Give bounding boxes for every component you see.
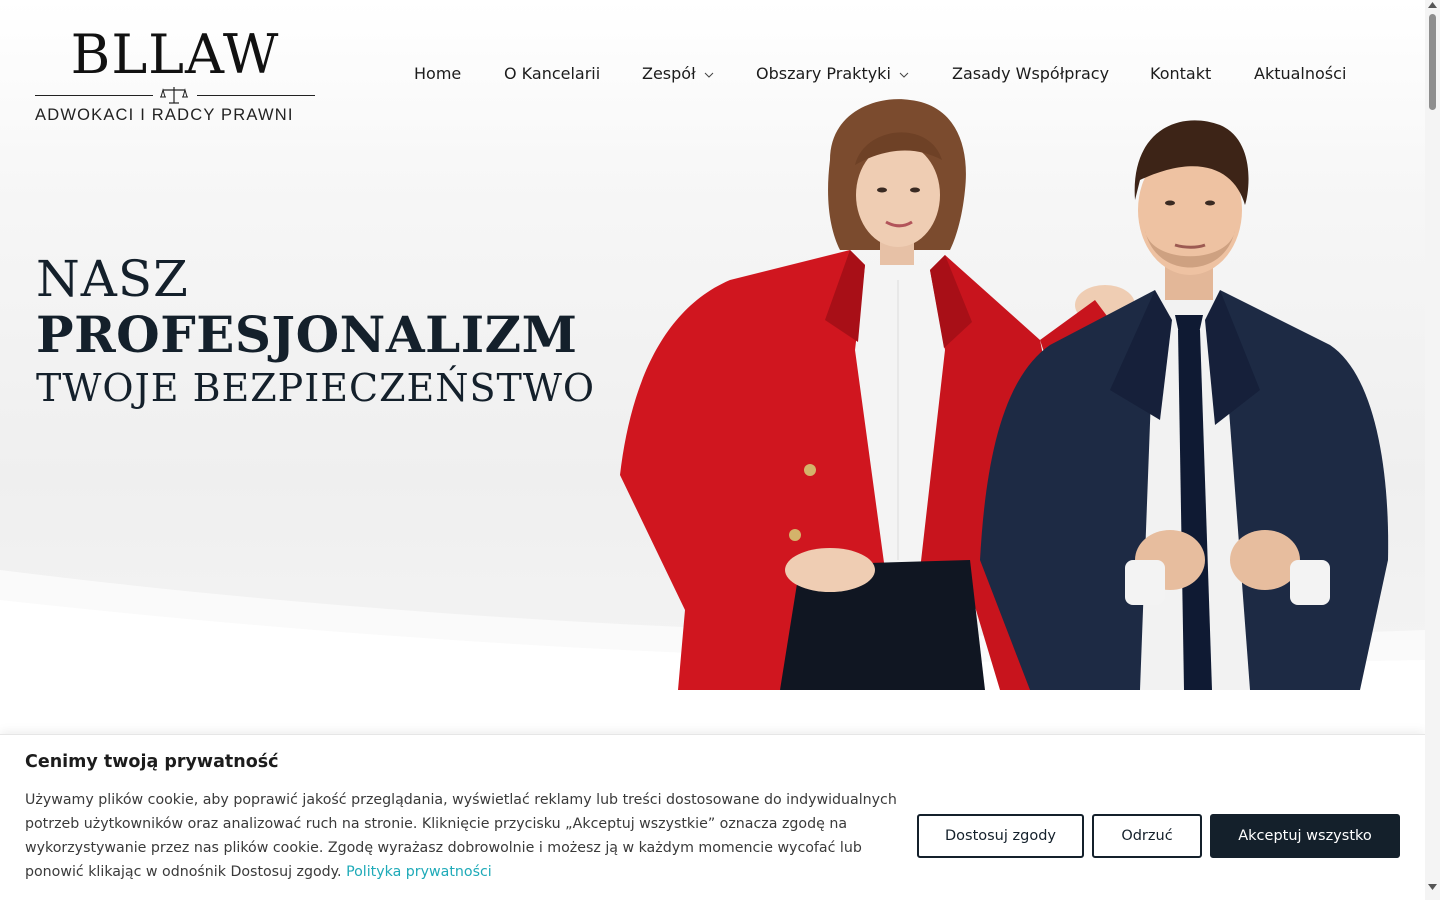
- hero-line-1: NASZ: [36, 250, 189, 308]
- man-figure: [980, 120, 1389, 690]
- hero-team-photo: [620, 99, 1389, 690]
- cookie-title: Cenimy twoją prywatność: [25, 752, 279, 772]
- accept-all-button[interactable]: Akceptuj wszystko: [1210, 814, 1400, 858]
- nav-zasady-wspolpracy[interactable]: Zasady Współpracy: [952, 62, 1150, 86]
- reject-button[interactable]: Odrzuć: [1092, 814, 1202, 858]
- scales-of-justice-icon: [160, 87, 188, 104]
- scrollbar-thumb[interactable]: [1429, 14, 1436, 110]
- page: BLLAW ADWOKACI I RADCY PRAWNI Home O Kan…: [0, 0, 1425, 900]
- nav-zespol[interactable]: Zespół: [642, 62, 756, 86]
- cookie-consent-banner: Cenimy twoją prywatność Używamy plików c…: [0, 734, 1425, 900]
- chevron-down-icon: [899, 72, 909, 78]
- site-logo[interactable]: BLLAW ADWOKACI I RADCY PRAWNI: [35, 26, 315, 125]
- hero-line-3: TWOJE BEZPIECZEŃSTWO: [36, 366, 596, 410]
- hero-line-2: PROFESJONALIZM: [36, 305, 578, 364]
- logo-tagline: ADWOKACI I RADCY PRAWNI: [35, 106, 294, 124]
- customize-consent-button[interactable]: Dostosuj zgody: [917, 814, 1084, 858]
- privacy-policy-link[interactable]: Polityka prywatności: [346, 864, 492, 880]
- nav-obszary-praktyki[interactable]: Obszary Praktyki: [756, 62, 952, 86]
- logo-wordmark: BLLAW: [70, 23, 280, 86]
- scroll-up-arrow-icon[interactable]: [1428, 2, 1437, 8]
- nav-kontakt[interactable]: Kontakt: [1150, 62, 1254, 86]
- nav-aktualnosci[interactable]: Aktualności: [1254, 62, 1364, 86]
- vertical-scrollbar[interactable]: [1425, 0, 1440, 900]
- nav-o-kancelarii[interactable]: O Kancelarii: [504, 62, 642, 86]
- main-nav: Home O Kancelarii Zespół Obszary Praktyk…: [414, 62, 1364, 86]
- cookie-description: Używamy plików cookie, aby poprawić jako…: [25, 788, 905, 884]
- logo-divider: [35, 86, 315, 104]
- scroll-down-arrow-icon[interactable]: [1428, 884, 1437, 890]
- hero-heading: NASZ PROFESJONALIZM TWOJE BEZPIECZEŃSTWO: [36, 252, 595, 412]
- nav-home[interactable]: Home: [414, 62, 504, 86]
- chevron-down-icon: [704, 72, 713, 78]
